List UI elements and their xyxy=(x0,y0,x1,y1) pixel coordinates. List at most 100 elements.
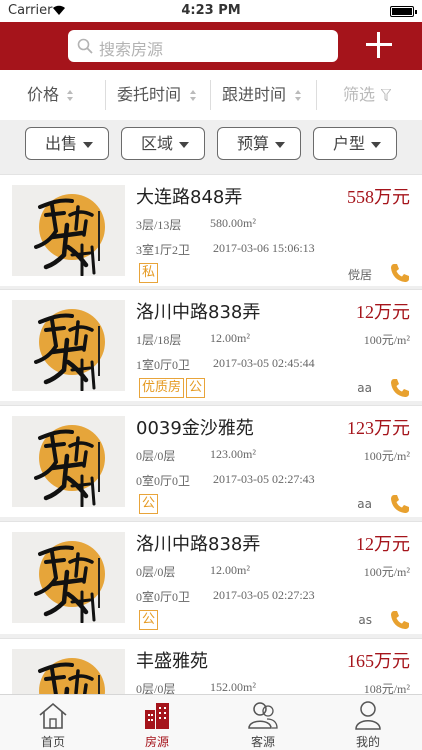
category-budget-label: 预算 xyxy=(237,134,270,153)
listing-thumbnail xyxy=(12,416,125,507)
tab-mine[interactable]: 我的 xyxy=(328,695,408,750)
buildings-icon xyxy=(145,703,169,729)
sort-price-label: 价格 xyxy=(27,85,60,104)
listing-price: 12万元 xyxy=(356,302,410,322)
category-house-type-dropdown[interactable]: 户型 xyxy=(313,127,397,160)
listing-agent: 傥居 xyxy=(347,268,372,282)
sort-price[interactable]: 价格 xyxy=(27,70,107,120)
divider xyxy=(316,80,317,110)
listing-tags: 私 xyxy=(139,263,160,283)
phone-icon[interactable] xyxy=(390,378,410,398)
caret-down-icon xyxy=(371,142,381,148)
listing-area: 152.00m² xyxy=(210,680,256,694)
phone-icon[interactable] xyxy=(390,610,410,630)
listing-tag: 公 xyxy=(139,610,159,630)
listing-tags: 优质房公 xyxy=(139,378,207,398)
clock: 4:23 PM xyxy=(181,3,241,18)
listing-tags: 公 xyxy=(139,610,160,630)
divider xyxy=(210,80,211,110)
tab-listings-label: 房源 xyxy=(144,735,169,749)
status-bar: Carrier 4:23 PM xyxy=(0,0,422,22)
listing-price: 123万元 xyxy=(347,418,410,438)
filter-icon xyxy=(381,89,391,101)
listing-area: 580.00m² xyxy=(210,216,256,230)
tab-home[interactable]: 首页 xyxy=(13,695,93,750)
logo-icon xyxy=(34,194,105,276)
logo-icon xyxy=(34,309,105,391)
listing-tag: 私 xyxy=(139,263,159,283)
listing-area: 123.00m² xyxy=(210,447,256,461)
search-icon xyxy=(77,38,93,54)
battery-icon xyxy=(390,6,417,17)
home-icon xyxy=(39,702,67,729)
sort-arrows-icon xyxy=(295,90,301,102)
listing-title: 洛川中路838弄 xyxy=(136,302,261,323)
sort-bar: 价格 委托时间 跟进时间 筛选 xyxy=(0,70,422,120)
listing-title: 大连路848弄 xyxy=(136,187,243,208)
listing-date: 2017-03-05 02:45:44 xyxy=(213,356,315,370)
listing-tag: 优质房 xyxy=(139,378,185,398)
listing-row[interactable]: 丰盛雅苑 165万元 0层/0层 152.00m² 108元/m² xyxy=(0,638,422,740)
sort-follow-time[interactable]: 跟进时间 xyxy=(222,70,312,120)
sort-follow-time-label: 跟进时间 xyxy=(222,85,287,104)
caret-down-icon xyxy=(275,142,285,148)
listing-date: 2017-03-06 15:06:13 xyxy=(213,241,315,255)
listing-row[interactable]: 洛川中路838弄 12万元 0层/0层 12.00m² 100元/m² 0室0厅0卫 201… xyxy=(0,521,422,634)
phone-icon[interactable] xyxy=(390,494,410,514)
tab-clients[interactable]: 客源 xyxy=(223,695,303,750)
listing-unit-price: 100元/m² xyxy=(363,565,410,579)
search-placeholder: 搜索房源 xyxy=(99,40,164,59)
category-budget-dropdown[interactable]: 预算 xyxy=(217,127,301,160)
sort-entrust-time-label: 委托时间 xyxy=(117,85,182,104)
listing-layout: 3室1厅2卫 xyxy=(136,243,191,257)
sort-entrust-time[interactable]: 委托时间 xyxy=(117,70,207,120)
listing-floor: 0层/0层 xyxy=(136,449,176,463)
caret-down-icon xyxy=(83,142,93,148)
listing-agent: as xyxy=(358,613,372,627)
category-bar: 出售 区域 预算 户型 xyxy=(0,121,422,167)
listing-layout: 0室0厅0卫 xyxy=(136,590,191,604)
listing-price: 165万元 xyxy=(347,651,410,671)
listing-tag: 公 xyxy=(186,378,206,398)
listing-price: 558万元 xyxy=(347,187,410,207)
category-house-type-label: 户型 xyxy=(333,134,366,153)
listing-agent: aa xyxy=(357,497,372,511)
listing-row[interactable]: 洛川中路838弄 12万元 1层/18层 12.00m² 100元/m² 1室0厅0卫 20… xyxy=(0,289,422,401)
listing-tag: 公 xyxy=(139,494,159,514)
category-sale-dropdown[interactable]: 出售 xyxy=(25,127,109,160)
listing-title: 洛川中路838弄 xyxy=(136,534,261,555)
tab-clients-label: 客源 xyxy=(250,735,275,749)
listing-title: 丰盛雅苑 xyxy=(136,651,208,672)
listing-tags: 公 xyxy=(139,494,160,514)
app-header: 搜索房源 xyxy=(0,22,422,70)
listing-thumbnail xyxy=(12,185,125,276)
search-input[interactable]: 搜索房源 xyxy=(68,30,338,62)
listing-row[interactable]: 大连路848弄 558万元 3层/13层 580.00m² 3室1厅2卫 2017-03-… xyxy=(0,174,422,286)
listing-area: 12.00m² xyxy=(210,331,250,345)
listing-thumbnail xyxy=(12,300,125,391)
listing-unit-price: 100元/m² xyxy=(363,333,410,347)
category-area-dropdown[interactable]: 区域 xyxy=(121,127,205,160)
divider xyxy=(105,80,106,110)
tab-home-label: 首页 xyxy=(40,735,65,749)
category-sale-label: 出售 xyxy=(45,134,78,153)
category-area-label: 区域 xyxy=(141,134,174,153)
logo-icon xyxy=(34,541,105,623)
user-icon xyxy=(355,701,381,730)
listing-date: 2017-03-05 02:27:23 xyxy=(213,588,315,602)
caret-down-icon xyxy=(179,142,189,148)
tab-listings[interactable]: 房源 xyxy=(117,695,197,750)
listing-price: 12万元 xyxy=(356,534,410,554)
listing-layout: 1室0厅0卫 xyxy=(136,358,191,372)
add-listing-button[interactable] xyxy=(366,32,392,58)
tab-mine-label: 我的 xyxy=(355,735,380,749)
listing-thumbnail xyxy=(12,532,125,623)
clients-icon xyxy=(248,702,278,729)
filter-button[interactable]: 筛选 xyxy=(343,70,403,120)
phone-icon[interactable] xyxy=(390,263,410,283)
listing-floor: 0层/0层 xyxy=(136,565,176,579)
listing-row[interactable]: 0039金沙雅苑 123万元 0层/0层 123.00m² 100元/m² 0室0厅0卫 2… xyxy=(0,405,422,517)
logo-icon xyxy=(34,425,105,507)
listing-unit-price: 100元/m² xyxy=(363,449,410,463)
sort-arrows-icon xyxy=(190,90,196,102)
